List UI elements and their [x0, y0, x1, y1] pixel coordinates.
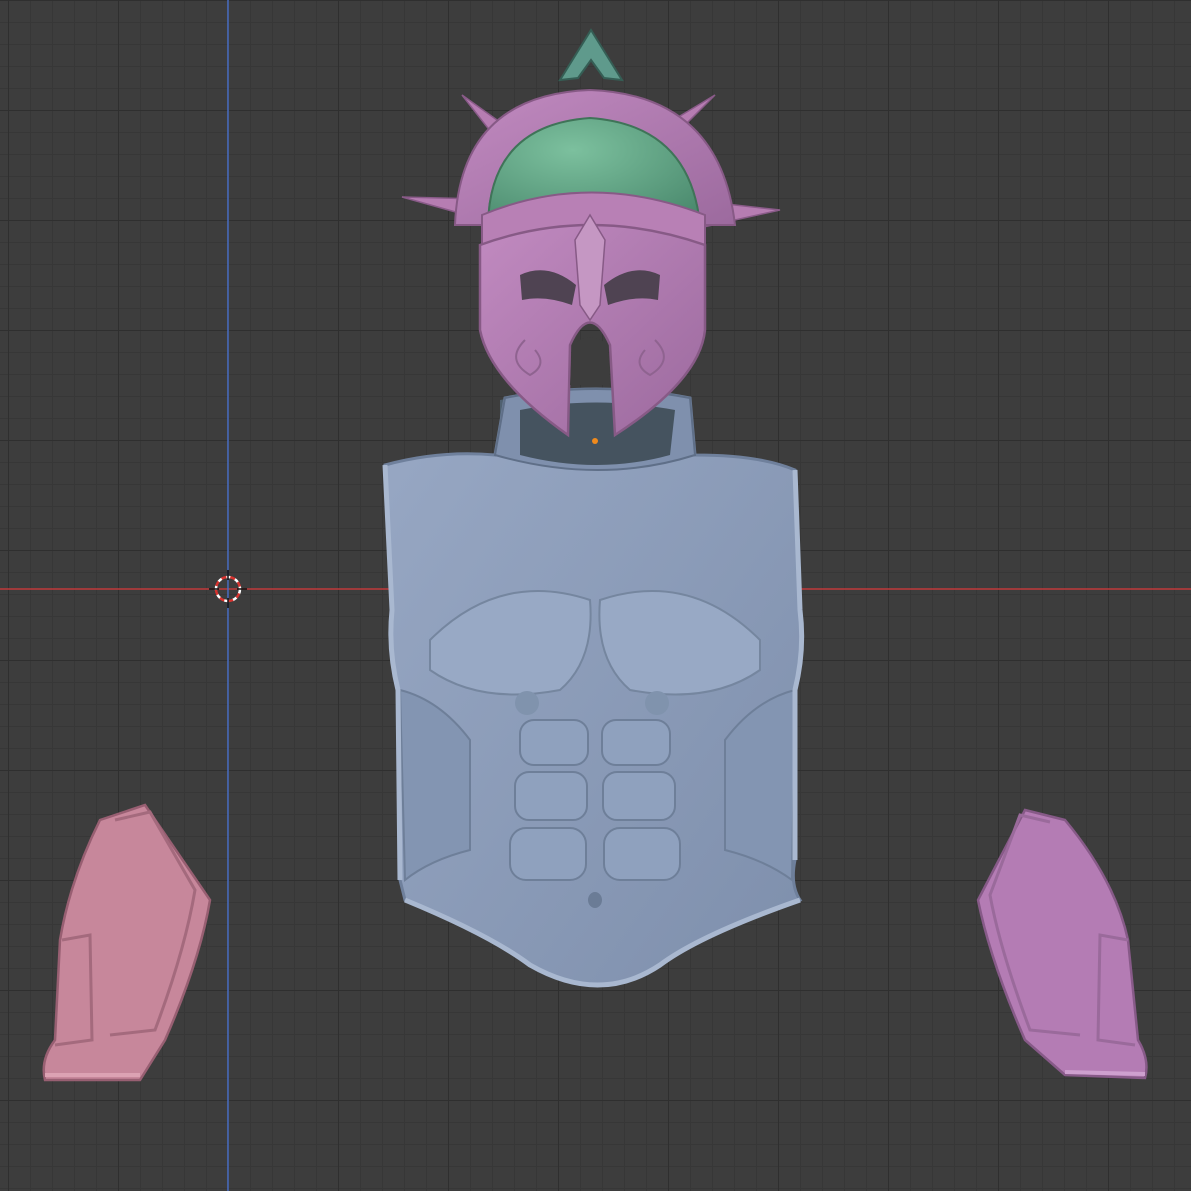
right-bracer-object[interactable] [976, 808, 1148, 1080]
breastplate-object[interactable] [382, 387, 805, 988]
object-origin-marker [592, 438, 598, 444]
helmet-object[interactable] [401, 28, 781, 438]
scene-canvas[interactable] [0, 0, 1191, 1191]
left-bracer-object[interactable] [42, 803, 212, 1082]
3d-viewport[interactable] [0, 0, 1191, 1191]
